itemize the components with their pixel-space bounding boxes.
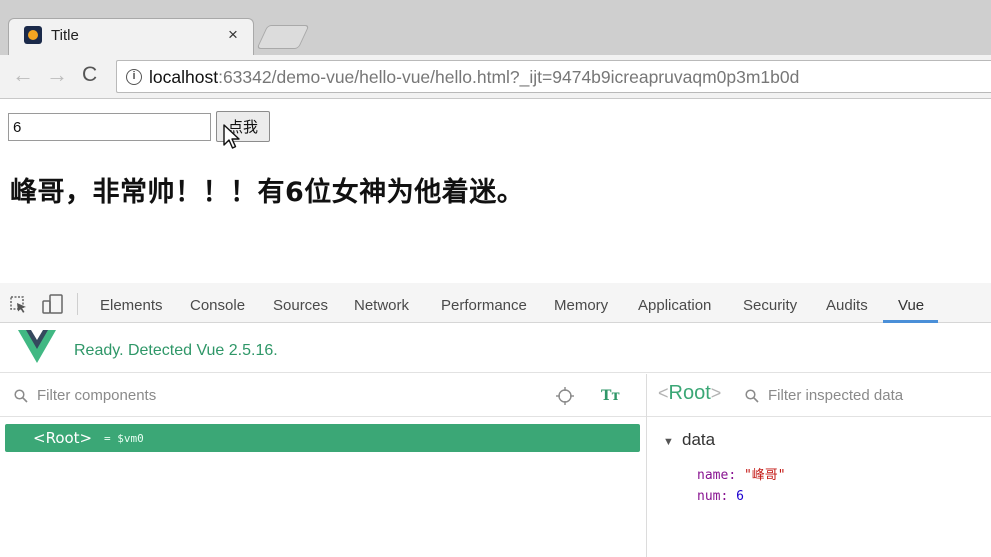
tab-audits[interactable]: Audits: [826, 297, 868, 314]
close-icon[interactable]: ×: [228, 25, 238, 45]
tab-performance[interactable]: Performance: [441, 297, 527, 314]
device-toolbar-icon[interactable]: [42, 294, 64, 314]
data-section-label[interactable]: data: [682, 430, 715, 450]
target-icon[interactable]: [556, 387, 574, 405]
tabbar-separator: [77, 293, 78, 315]
tab-network[interactable]: Network: [354, 297, 409, 314]
vue-logo: [18, 330, 56, 363]
inspector-pane: <Root> Filter inspected data ▼ data name…: [647, 374, 991, 557]
search-icon: [14, 389, 28, 403]
data-prop-name[interactable]: name: "峰哥": [697, 464, 786, 483]
data-prop-num[interactable]: num: 6: [697, 489, 744, 504]
browser-tabstrip: Title ×: [0, 0, 991, 55]
tab-memory[interactable]: Memory: [554, 297, 608, 314]
forward-arrow-icon[interactable]: →: [46, 64, 68, 86]
url-path: :63342/demo-vue/hello-vue/hello.html?_ij…: [218, 67, 800, 87]
url-host: localhost: [149, 67, 219, 87]
components-pane: Filter components Tт <Root> = $vm0: [0, 374, 646, 557]
devtools-tabbar: Elements Console Sources Network Perform…: [0, 283, 991, 323]
reload-icon[interactable]: C: [82, 64, 97, 86]
prop-value: 6: [736, 489, 744, 504]
tab-vue[interactable]: Vue: [898, 297, 924, 314]
number-input[interactable]: [8, 113, 211, 141]
mouse-cursor-icon: [223, 124, 240, 149]
inspect-element-icon[interactable]: [10, 296, 27, 313]
page-message: 峰哥，非常帅！！！有6位女神为他着迷。: [10, 177, 525, 208]
inspected-filter-input[interactable]: Filter inspected data: [768, 387, 903, 404]
prop-value: "峰哥": [743, 468, 786, 483]
tab-title: Title: [51, 27, 79, 44]
tab-security[interactable]: Security: [743, 297, 797, 314]
address-bar[interactable]: i localhost:63342/demo-vue/hello-vue/hel…: [116, 60, 991, 93]
inspector-filter-bar: <Root> Filter inspected data: [647, 374, 991, 417]
prop-key: name: [697, 468, 729, 483]
text-format-icon[interactable]: Tт: [601, 388, 620, 404]
devtools-panel: Elements Console Sources Network Perform…: [0, 283, 991, 557]
browser-tab-active[interactable]: [8, 18, 254, 55]
inspected-root-text: Root: [668, 382, 711, 404]
vue-status-text: Ready. Detected Vue 2.5.16.: [74, 342, 278, 359]
app-favicon: [24, 26, 42, 44]
info-icon[interactable]: i: [126, 69, 142, 85]
root-vm-ref: = $vm0: [104, 432, 144, 445]
bracket-open: <: [658, 383, 669, 403]
tab-console[interactable]: Console: [190, 297, 245, 314]
inspected-component-name: <Root>: [658, 382, 721, 405]
search-icon: [745, 389, 759, 403]
new-tab-button[interactable]: [256, 25, 310, 49]
root-component-label: <Root>: [33, 429, 93, 447]
tab-sources[interactable]: Sources: [273, 297, 328, 314]
prop-key: num: [697, 489, 721, 504]
triangle-down-icon[interactable]: ▼: [663, 436, 674, 448]
tab-application[interactable]: Application: [638, 297, 711, 314]
browser-toolbar: ← → C i localhost:63342/demo-vue/hello-v…: [0, 55, 991, 99]
components-filter-input[interactable]: Filter components: [37, 387, 156, 404]
components-filter-bar[interactable]: Filter components Tт: [0, 374, 646, 417]
back-arrow-icon[interactable]: ←: [12, 64, 34, 86]
component-tree-root-row[interactable]: <Root> = $vm0: [5, 424, 640, 452]
tab-elements[interactable]: Elements: [100, 297, 163, 314]
url-text[interactable]: localhost:63342/demo-vue/hello-vue/hello…: [149, 67, 799, 88]
bracket-close: >: [710, 383, 722, 403]
